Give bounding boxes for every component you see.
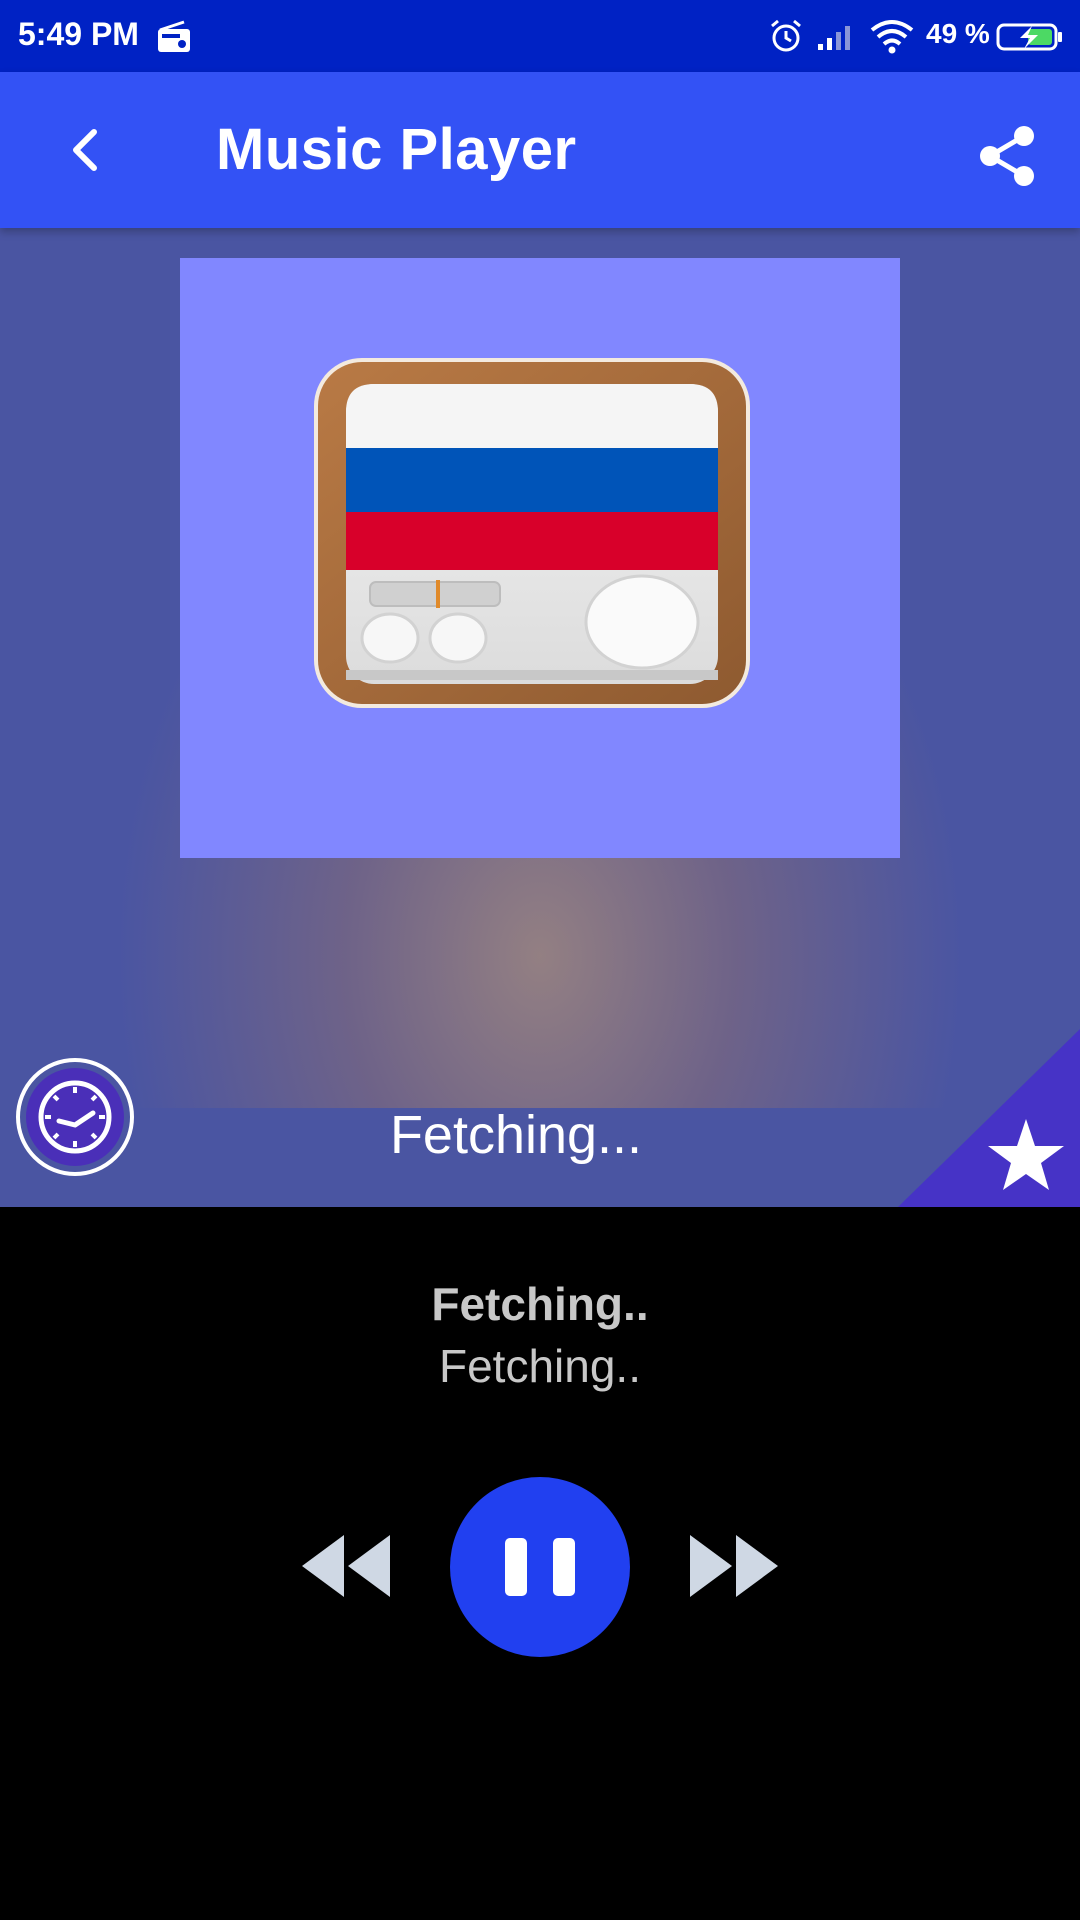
- page-title: Music Player: [216, 117, 577, 182]
- back-button[interactable]: [52, 118, 116, 182]
- fast-forward-icon: [690, 1535, 778, 1597]
- play-pause-button[interactable]: [450, 1477, 630, 1657]
- wifi-icon: [870, 20, 914, 54]
- track-title: Fetching..: [431, 1278, 649, 1330]
- alarm-icon: [771, 19, 801, 52]
- battery-percentage: 49 %: [926, 18, 990, 49]
- pause-icon: [492, 1538, 588, 1596]
- status-time: 5:49 PM: [18, 16, 139, 52]
- previous-button[interactable]: [298, 1533, 392, 1599]
- chevron-left-icon: [73, 129, 97, 171]
- share-button[interactable]: [972, 120, 1044, 192]
- status-bar: 5:49 PM 49 %: [0, 0, 1080, 72]
- radio-icon: [158, 20, 190, 52]
- favorite-button[interactable]: [898, 1029, 1080, 1207]
- rewind-icon: [302, 1535, 390, 1597]
- app-bar: Music Player: [0, 72, 1080, 228]
- player-area: Fetching.. Fetching..: [0, 1207, 1080, 1920]
- next-button[interactable]: [688, 1533, 782, 1599]
- battery-charging-icon: [996, 23, 1062, 51]
- russia-radio-icon: [314, 358, 750, 708]
- track-artist: Fetching..: [439, 1340, 641, 1392]
- signal-icon: [818, 26, 850, 50]
- share-icon: [980, 126, 1034, 186]
- album-area: Fetching...: [0, 228, 1080, 1207]
- stream-status-text: Fetching...: [389, 1105, 643, 1165]
